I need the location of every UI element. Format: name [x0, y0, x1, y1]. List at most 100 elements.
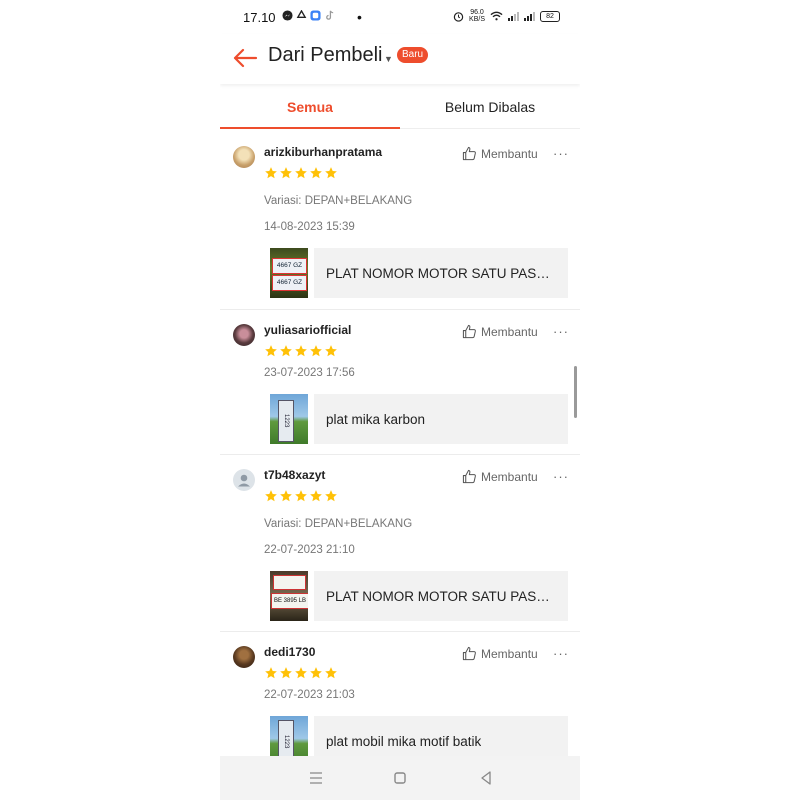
product-name: PLAT NOMOR MOTOR SATU PASANG [326, 265, 554, 281]
thumbs-up-icon [462, 324, 476, 339]
back-icon[interactable] [476, 768, 496, 788]
status-bar: 17.10 • 96.0 KB/S 82 [220, 0, 580, 34]
review-username[interactable]: t7b48xazyt [264, 468, 325, 482]
star-rating [264, 489, 338, 503]
star-icon [265, 345, 277, 357]
product-name: PLAT NOMOR MOTOR SATU PASANG [326, 588, 554, 604]
net-speed: 96.0 KB/S [469, 9, 485, 23]
avatar[interactable] [233, 146, 255, 168]
status-time: 17.10 [243, 10, 276, 25]
new-badge: Baru [397, 47, 429, 63]
star-icon [295, 490, 307, 502]
star-rating [264, 666, 338, 680]
product-name-box: plat mika karbon [314, 394, 568, 444]
system-nav-bar [220, 756, 580, 800]
product-card[interactable]: 4667 GZ 4667 GZ PLAT NOMOR MOTOR SATU PA… [270, 248, 568, 298]
helpful-label: Membantu [481, 324, 538, 339]
scrollbar[interactable] [574, 366, 577, 418]
helpful-button[interactable]: Membantu [462, 469, 538, 484]
status-right: 96.0 KB/S 82 [453, 9, 560, 23]
thumb-plate [273, 575, 306, 590]
review-item: t7b48xazyt Membantu ··· Variasi: DEPAN+B… [220, 454, 580, 631]
menu-icon[interactable] [306, 768, 326, 788]
title-dropdown-icon[interactable]: ▼ [384, 54, 393, 64]
product-thumbnail: 4667 GZ 4667 GZ [270, 248, 308, 298]
tiktok-icon [326, 10, 334, 20]
star-icon [295, 345, 307, 357]
thumb-plate: 4667 GZ [272, 275, 307, 291]
star-icon [295, 167, 307, 179]
more-options-icon[interactable]: ··· [553, 146, 569, 161]
app-header: Dari Pembeli ▼ Baru [220, 34, 580, 84]
star-icon [310, 490, 322, 502]
tab-belum-dibalas[interactable]: Belum Dibalas [400, 88, 580, 128]
tab-bar: Semua Belum Dibalas [220, 88, 580, 129]
product-name-box: PLAT NOMOR MOTOR SATU PASANG [314, 248, 568, 298]
review-username[interactable]: arizkiburhanpratama [264, 145, 382, 159]
review-username[interactable]: dedi1730 [264, 645, 315, 659]
star-icon [280, 490, 292, 502]
product-name: plat mobil mika motif batik [326, 733, 482, 749]
star-rating [264, 344, 338, 358]
battery-icon: 82 [540, 10, 560, 22]
review-date: 14-08-2023 15:39 [264, 221, 355, 233]
star-icon [325, 667, 337, 679]
product-thumbnail: 1223 [270, 394, 308, 444]
app-square-icon [310, 10, 321, 21]
alarm-icon [453, 11, 464, 22]
star-icon [310, 345, 322, 357]
helpful-button[interactable]: Membantu [462, 324, 538, 339]
star-icon [280, 667, 292, 679]
product-thumbnail: BE 3895 LB [270, 571, 308, 621]
thumb-plate: BE 3895 LB [271, 593, 308, 609]
star-icon [280, 345, 292, 357]
product-card[interactable]: BE 3895 LB PLAT NOMOR MOTOR SATU PASANG [270, 571, 568, 621]
review-item: arizkiburhanpratama Membantu ··· Variasi… [220, 132, 580, 308]
review-username[interactable]: yuliasariofficial [264, 323, 351, 337]
more-options-icon[interactable]: ··· [553, 469, 569, 484]
tab-semua[interactable]: Semua [220, 88, 400, 129]
star-icon [265, 490, 277, 502]
phone-screen: 17.10 • 96.0 KB/S 82 Dari Pembeli ▼ Baru [220, 0, 580, 800]
thumb-plate: 4667 GZ [272, 258, 307, 274]
recycle-icon [296, 10, 307, 19]
thumb-plate: 1223 [278, 400, 294, 442]
star-rating [264, 166, 338, 180]
review-date: 22-07-2023 21:03 [264, 689, 355, 701]
back-arrow-icon[interactable] [232, 45, 258, 71]
star-icon [325, 490, 337, 502]
home-icon[interactable] [390, 768, 410, 788]
star-icon [265, 167, 277, 179]
helpful-label: Membantu [481, 146, 538, 161]
page-title: Dari Pembeli [268, 44, 383, 66]
review-date: 23-07-2023 17:56 [264, 367, 355, 379]
avatar[interactable] [233, 646, 255, 668]
star-icon [265, 667, 277, 679]
review-item: dedi1730 Membantu ··· 22-07-2023 21:03 1… [220, 631, 580, 772]
messenger-icon [282, 10, 293, 21]
thumbs-up-icon [462, 646, 476, 661]
product-card[interactable]: 1223 plat mika karbon [270, 394, 568, 444]
avatar[interactable] [233, 324, 255, 346]
review-variation: Variasi: DEPAN+BELAKANG [264, 195, 413, 207]
helpful-label: Membantu [481, 646, 538, 661]
star-icon [325, 167, 337, 179]
review-item: yuliasariofficial Membantu ··· 23-07-202… [220, 309, 580, 454]
signal-2-icon [524, 11, 535, 21]
star-icon [280, 167, 292, 179]
product-name-box: PLAT NOMOR MOTOR SATU PASANG [314, 571, 568, 621]
thumbs-up-icon [462, 146, 476, 161]
more-options-icon[interactable]: ··· [553, 646, 569, 661]
net-speed-unit: KB/S [469, 16, 485, 23]
helpful-button[interactable]: Membantu [462, 146, 538, 161]
star-icon [295, 667, 307, 679]
wifi-icon [490, 11, 503, 21]
helpful-button[interactable]: Membantu [462, 646, 538, 661]
review-variation: Variasi: DEPAN+BELAKANG [264, 518, 413, 530]
star-icon [325, 345, 337, 357]
signal-1-icon [508, 11, 519, 21]
star-icon [310, 667, 322, 679]
avatar[interactable] [233, 469, 255, 491]
thumbs-up-icon [462, 469, 476, 484]
more-options-icon[interactable]: ··· [553, 324, 569, 339]
